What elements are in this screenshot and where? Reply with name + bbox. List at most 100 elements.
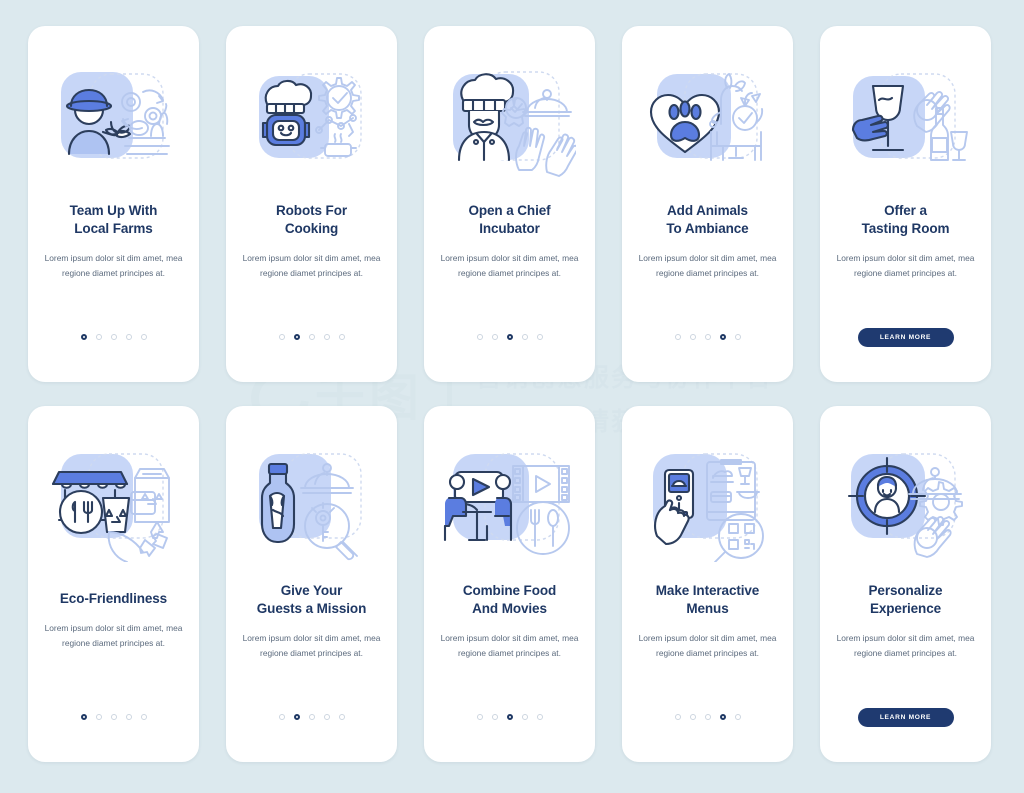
pagination-dots[interactable] xyxy=(28,714,199,720)
onboarding-card-combine-food-and-movies[interactable]: Combine Food And Movies Lorem ipsum dolo… xyxy=(424,406,595,762)
top-row: Team Up With Local Farms Lorem ipsum dol… xyxy=(28,26,991,382)
pagination-dot-2[interactable] xyxy=(293,334,300,340)
pagination-dot-1[interactable] xyxy=(80,334,87,340)
card-title: Combine Food And Movies xyxy=(434,582,586,618)
pagination-dot-2[interactable] xyxy=(491,714,498,720)
pagination-dot-4[interactable] xyxy=(125,714,132,720)
pagination-dot-3[interactable] xyxy=(506,714,513,720)
pagination-dot-4[interactable] xyxy=(719,714,726,720)
card-title: Robots For Cooking xyxy=(236,202,388,238)
chef-robot-with-gear-icon xyxy=(245,58,378,182)
learn-more-button[interactable]: LEARN MORE xyxy=(857,328,954,347)
pagination-dots[interactable] xyxy=(622,334,793,340)
paw-in-heart-with-pets-icon xyxy=(641,58,774,182)
card-body-text: Lorem ipsum dolor sit dim amet, mea regi… xyxy=(440,253,579,278)
pagination-dot-5[interactable] xyxy=(734,714,741,720)
pagination-dots[interactable] xyxy=(28,334,199,340)
pagination-dot-4[interactable] xyxy=(521,334,528,340)
pagination-dot-3[interactable] xyxy=(704,714,711,720)
onboarding-card-open-a-chief-incubator[interactable]: Open a Chief Incubator Lorem ipsum dolor… xyxy=(424,26,595,382)
card-title-line1: Combine Food xyxy=(462,583,557,598)
pagination-dot-4[interactable] xyxy=(125,334,132,340)
card-title-line1: Add Animals xyxy=(667,203,748,218)
pagination-dot-4[interactable] xyxy=(521,714,528,720)
onboarding-card-add-animals-to-ambiance[interactable]: Add Animals To Ambiance Lorem ipsum dolo… xyxy=(622,26,793,382)
pagination-dot-4[interactable] xyxy=(719,334,726,340)
pagination-dot-5[interactable] xyxy=(338,714,345,720)
pagination-dot-3[interactable] xyxy=(704,334,711,340)
onboarding-screens-board: 千图 营销创意服务与协作平台 商用请获取授权 xyxy=(0,0,1024,793)
diners-watching-movie-icon xyxy=(443,438,576,562)
pagination-dot-5[interactable] xyxy=(536,714,543,720)
card-body-text: Lorem ipsum dolor sit dim amet, mea regi… xyxy=(638,633,777,658)
card-title: Eco-Friendliness xyxy=(38,590,190,608)
card-title-line2: Menus xyxy=(686,601,729,617)
card-title: Team Up With Local Farms xyxy=(38,202,190,238)
pagination-dots[interactable] xyxy=(424,714,595,720)
card-title-line2: Guests a Mission xyxy=(256,601,367,617)
card-body-text: Lorem ipsum dolor sit dim amet, mea regi… xyxy=(440,633,579,658)
pagination-dot-1[interactable] xyxy=(278,714,285,720)
card-body-text: Lorem ipsum dolor sit dim amet, mea regi… xyxy=(242,253,381,278)
card-title-line1: Robots For xyxy=(276,203,347,218)
pagination-dot-3[interactable] xyxy=(110,714,117,720)
card-title-line2: And Movies xyxy=(472,601,547,617)
pagination-dot-2[interactable] xyxy=(95,714,102,720)
pagination-dot-4[interactable] xyxy=(323,334,330,340)
pagination-dot-2[interactable] xyxy=(689,334,696,340)
targeted-person-with-cloche-icon xyxy=(839,438,972,562)
pagination-dot-4[interactable] xyxy=(323,714,330,720)
pagination-dot-1[interactable] xyxy=(674,714,681,720)
card-title-line1: Personalize xyxy=(868,583,943,598)
pagination-dot-2[interactable] xyxy=(95,334,102,340)
pagination-dot-1[interactable] xyxy=(278,334,285,340)
card-body-text: Lorem ipsum dolor sit dim amet, mea regi… xyxy=(44,253,183,278)
pagination-dot-5[interactable] xyxy=(338,334,345,340)
card-title: Open a Chief Incubator xyxy=(434,202,586,238)
pagination-dot-5[interactable] xyxy=(734,334,741,340)
message-in-bottle-with-key-icon xyxy=(245,438,378,562)
card-title-line2: Incubator xyxy=(479,221,540,237)
pagination-dot-5[interactable] xyxy=(140,714,147,720)
onboarding-card-team-up-with-local-farms[interactable]: Team Up With Local Farms Lorem ipsum dol… xyxy=(28,26,199,382)
pagination-dot-1[interactable] xyxy=(80,714,87,720)
card-title: Give Your Guests a Mission xyxy=(236,582,388,618)
card-title-line2: Local Farms xyxy=(74,221,153,237)
pagination-dots[interactable] xyxy=(622,714,793,720)
card-body-text: Lorem ipsum dolor sit dim amet, mea regi… xyxy=(836,633,975,658)
card-body-text: Lorem ipsum dolor sit dim amet, mea regi… xyxy=(638,253,777,278)
pagination-dot-3[interactable] xyxy=(308,334,315,340)
onboarding-card-robots-for-cooking[interactable]: Robots For Cooking Lorem ipsum dolor sit… xyxy=(226,26,397,382)
farmer-with-plant-and-vegetables-icon xyxy=(47,58,180,182)
card-title-line1: Offer a xyxy=(884,203,927,218)
pagination-dot-1[interactable] xyxy=(674,334,681,340)
pagination-dot-5[interactable] xyxy=(140,334,147,340)
card-title: Personalize Experience xyxy=(830,582,982,618)
pagination-dot-5[interactable] xyxy=(536,334,543,340)
card-title: Make Interactive Menus xyxy=(632,582,784,618)
pagination-dots[interactable] xyxy=(226,714,397,720)
learn-more-button[interactable]: LEARN MORE xyxy=(857,708,954,727)
card-body-text: Lorem ipsum dolor sit dim amet, mea regi… xyxy=(242,633,381,658)
onboarding-card-personalize-experience[interactable]: Personalize Experience Lorem ipsum dolor… xyxy=(820,406,991,762)
pagination-dot-2[interactable] xyxy=(689,714,696,720)
card-title-line2: Tasting Room xyxy=(861,221,950,237)
card-title-line2: Experience xyxy=(869,601,942,617)
pagination-dot-3[interactable] xyxy=(308,714,315,720)
pagination-dot-2[interactable] xyxy=(293,714,300,720)
pagination-dots[interactable] xyxy=(424,334,595,340)
card-title-line1: Give Your xyxy=(280,583,343,598)
pagination-dot-3[interactable] xyxy=(110,334,117,340)
pagination-dot-1[interactable] xyxy=(476,714,483,720)
pagination-dot-2[interactable] xyxy=(491,334,498,340)
pagination-dot-3[interactable] xyxy=(506,334,513,340)
card-body-text: Lorem ipsum dolor sit dim amet, mea regi… xyxy=(836,253,975,278)
onboarding-card-make-interactive-menus[interactable]: Make Interactive Menus Lorem ipsum dolor… xyxy=(622,406,793,762)
onboarding-card-eco-friendliness[interactable]: Eco-Friendliness Lorem ipsum dolor sit d… xyxy=(28,406,199,762)
pagination-dots[interactable] xyxy=(226,334,397,340)
card-title-line1: Eco-Friendliness xyxy=(59,591,168,606)
phone-menu-with-qr-code-icon xyxy=(641,438,774,562)
onboarding-card-give-your-guests-a-mission[interactable]: Give Your Guests a Mission Lorem ipsum d… xyxy=(226,406,397,762)
onboarding-card-offer-a-tasting-room[interactable]: Offer a Tasting Room Lorem ipsum dolor s… xyxy=(820,26,991,382)
pagination-dot-1[interactable] xyxy=(476,334,483,340)
